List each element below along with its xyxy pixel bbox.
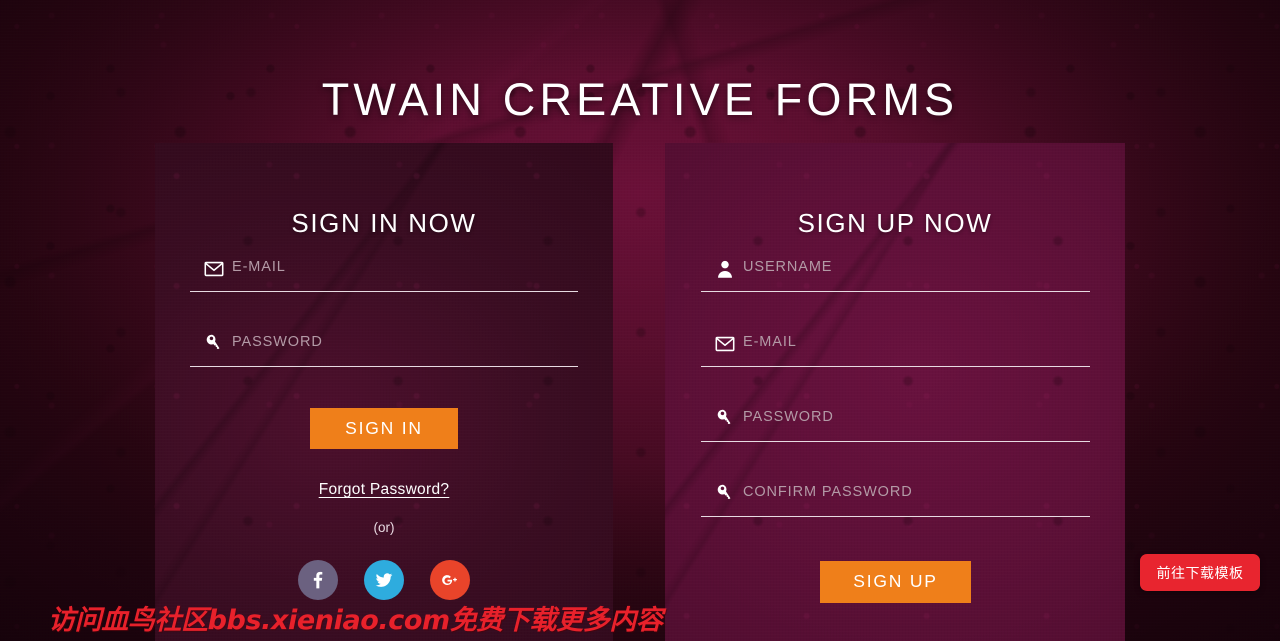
signin-submit-button[interactable]: SIGN IN	[310, 408, 458, 449]
or-separator: (or)	[373, 520, 395, 535]
signup-submit-button[interactable]: SIGN UP	[820, 561, 971, 603]
signup-email-field[interactable]: E-MAIL	[701, 323, 1090, 367]
signup-username-underline	[701, 291, 1090, 292]
signin-email-placeholder: E-MAIL	[232, 259, 286, 275]
page-title: TWAIN CREATIVE FORMS	[321, 74, 959, 126]
signup-username-field[interactable]: USERNAME	[701, 248, 1090, 292]
mail-icon	[203, 258, 225, 280]
app-root: TWAIN CREATIVE FORMS SIGN IN NOW E-MAIL	[0, 0, 1280, 641]
signup-heading: SIGN UP NOW	[797, 207, 993, 238]
signup-email-underline	[701, 366, 1090, 367]
signup-panel-content: SIGN UP NOW USERNAME E-MAIL PASSWORD CON…	[665, 143, 1125, 641]
signin-password-underline	[190, 366, 578, 367]
signin-email-underline	[190, 291, 578, 292]
signin-email-field[interactable]: E-MAIL	[190, 248, 578, 292]
signin-panel: SIGN IN NOW E-MAIL PASSWORD SIGN IN Forg…	[155, 143, 613, 641]
site-watermark: 访问血鸟社区bbs.xieniao.com免费下载更多内容	[48, 605, 663, 636]
social-login-row	[155, 560, 613, 600]
signup-confirm-password-underline	[701, 516, 1090, 517]
mail-icon	[714, 333, 736, 355]
signup-confirm-password-field[interactable]: CONFIRM PASSWORD	[701, 473, 1090, 517]
signup-password-placeholder: PASSWORD	[743, 409, 834, 425]
google-plus-icon[interactable]	[430, 560, 470, 600]
signup-password-underline	[701, 441, 1090, 442]
key-icon	[714, 408, 736, 430]
signin-password-placeholder: PASSWORD	[232, 334, 323, 350]
facebook-icon[interactable]	[298, 560, 338, 600]
user-icon	[714, 258, 736, 280]
signin-panel-content: SIGN IN NOW E-MAIL PASSWORD SIGN IN Forg…	[155, 143, 613, 641]
forgot-password-link[interactable]: Forgot Password?	[155, 481, 613, 499]
key-icon	[714, 483, 736, 505]
signup-username-placeholder: USERNAME	[743, 259, 833, 275]
signup-password-field[interactable]: PASSWORD	[701, 398, 1090, 442]
signup-panel: SIGN UP NOW USERNAME E-MAIL PASSWORD CON…	[665, 143, 1125, 641]
twitter-icon[interactable]	[364, 560, 404, 600]
signin-heading: SIGN IN NOW	[291, 207, 477, 238]
signup-email-placeholder: E-MAIL	[743, 334, 797, 350]
signin-password-field[interactable]: PASSWORD	[190, 323, 578, 367]
key-icon	[203, 333, 225, 355]
download-template-button[interactable]: 前往下载模板	[1140, 554, 1260, 591]
signup-confirm-password-placeholder: CONFIRM PASSWORD	[743, 484, 913, 500]
